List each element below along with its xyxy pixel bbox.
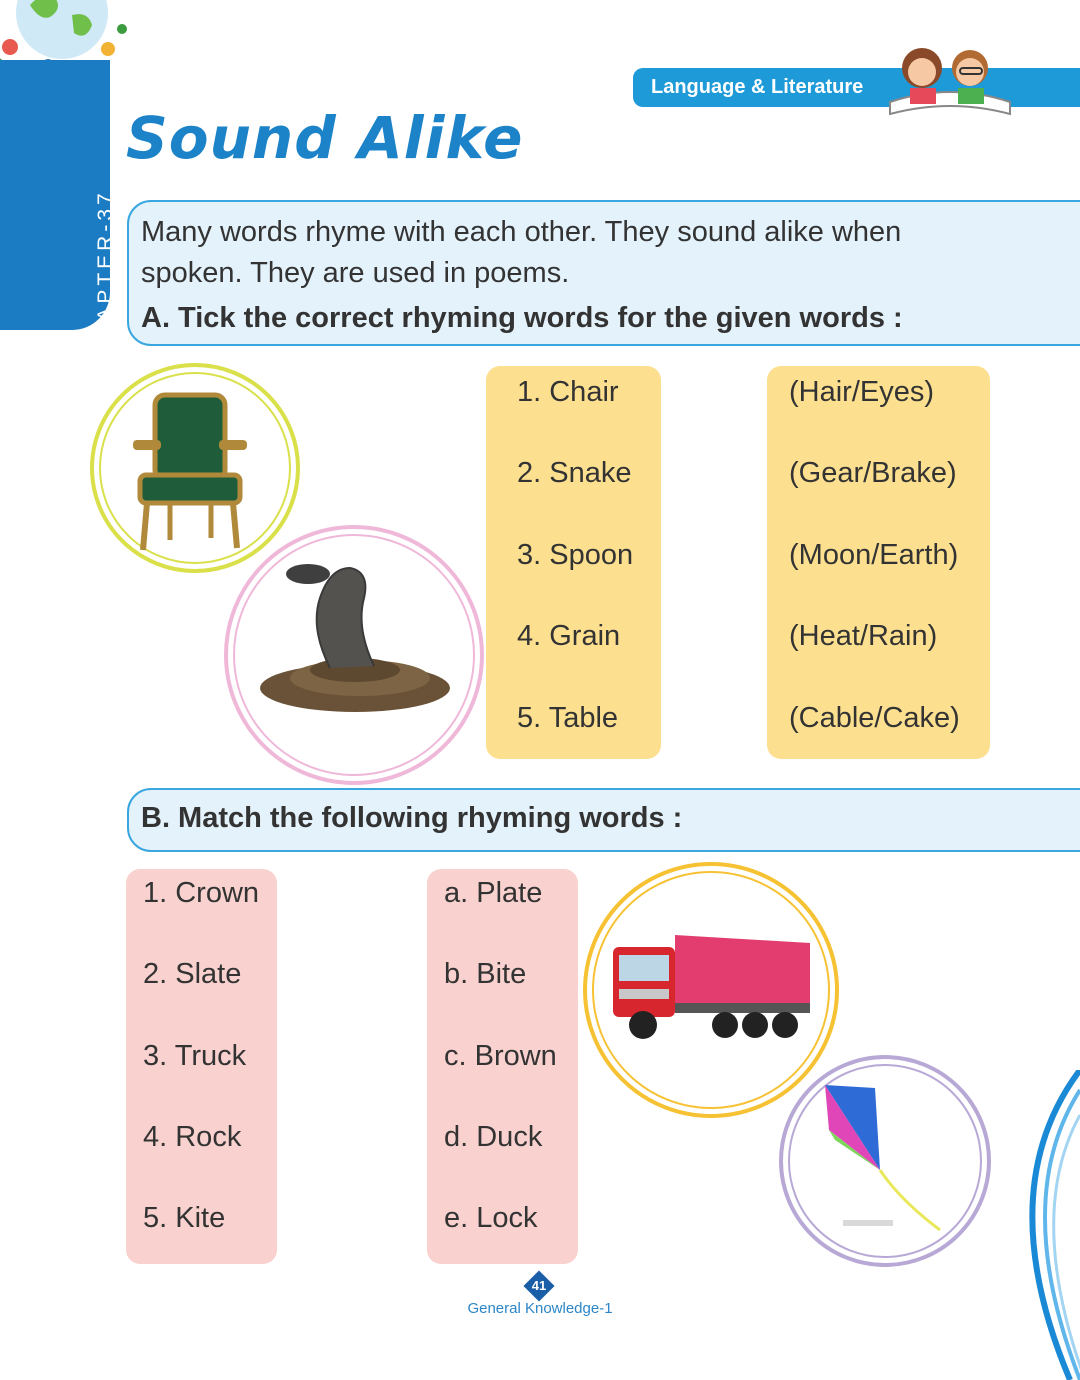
option-item[interactable]: (Heat/Rain) (789, 620, 937, 653)
option-item[interactable]: (Gear/Brake) (789, 457, 957, 490)
list-item: 2. Snake (517, 457, 632, 489)
list-item: 4. Grain (517, 620, 621, 652)
match-right-column: a. Plate b. Bite c. Brown d. Duck e. Loc… (427, 869, 578, 1264)
kite-image (825, 1085, 941, 1232)
list-item: 3. Spoon (517, 539, 634, 571)
match-item[interactable]: e. Lock (444, 1202, 538, 1235)
chapter-label: CHAPTER-37 (94, 189, 117, 360)
match-item[interactable]: 3. Truck (143, 1040, 246, 1073)
page-title: Sound Alike (126, 104, 524, 172)
match-item[interactable]: b. Bite (444, 958, 526, 991)
list-item: 5. Table (517, 702, 619, 734)
page-number: 41 (531, 1278, 547, 1293)
match-item[interactable]: 4. Rock (143, 1121, 241, 1154)
match-item[interactable]: a. Plate (444, 877, 542, 910)
match-item[interactable]: 5. Kite (143, 1202, 225, 1235)
section-a-heading: A. Tick the correct rhyming words for th… (141, 302, 903, 334)
options-column: (Hair/Eyes) (Gear/Brake) (Moon/Earth) (H… (767, 366, 990, 759)
match-item[interactable]: d. Duck (444, 1121, 542, 1154)
truck-image (613, 935, 810, 1039)
intro-text: Many words rhyme with each other. They s… (141, 216, 902, 289)
intro-box: Many words rhyme with each other. They s… (127, 200, 1080, 346)
words-column: 1. Chair 2. Snake 3. Spoon 4. Grain 5. T… (486, 366, 661, 759)
book-title: General Knowledge-1 (467, 1300, 613, 1317)
chapter-tab: CHAPTER-37 (0, 60, 117, 360)
option-item[interactable]: (Hair/Eyes) (789, 376, 934, 409)
section-b-heading: B. Match the following rhyming words : (141, 802, 683, 834)
chair-image (133, 392, 247, 551)
children-reading-book (889, 48, 1011, 116)
snake-image (260, 564, 450, 712)
match-item[interactable]: c. Brown (444, 1040, 557, 1073)
section-b-box: B. Match the following rhyming words : (127, 788, 1080, 852)
match-item[interactable]: 1. Crown (143, 877, 259, 910)
option-item[interactable]: (Cable/Cake) (789, 702, 960, 735)
match-item[interactable]: 2. Slate (143, 958, 241, 991)
subject-label: Language & Literature (651, 76, 864, 98)
match-left-column: 1. Crown 2. Slate 3. Truck 4. Rock 5. Ki… (126, 869, 277, 1264)
swoosh-decoration (1029, 1070, 1080, 1380)
list-item: 1. Chair (517, 376, 619, 408)
option-item[interactable]: (Moon/Earth) (789, 539, 958, 572)
